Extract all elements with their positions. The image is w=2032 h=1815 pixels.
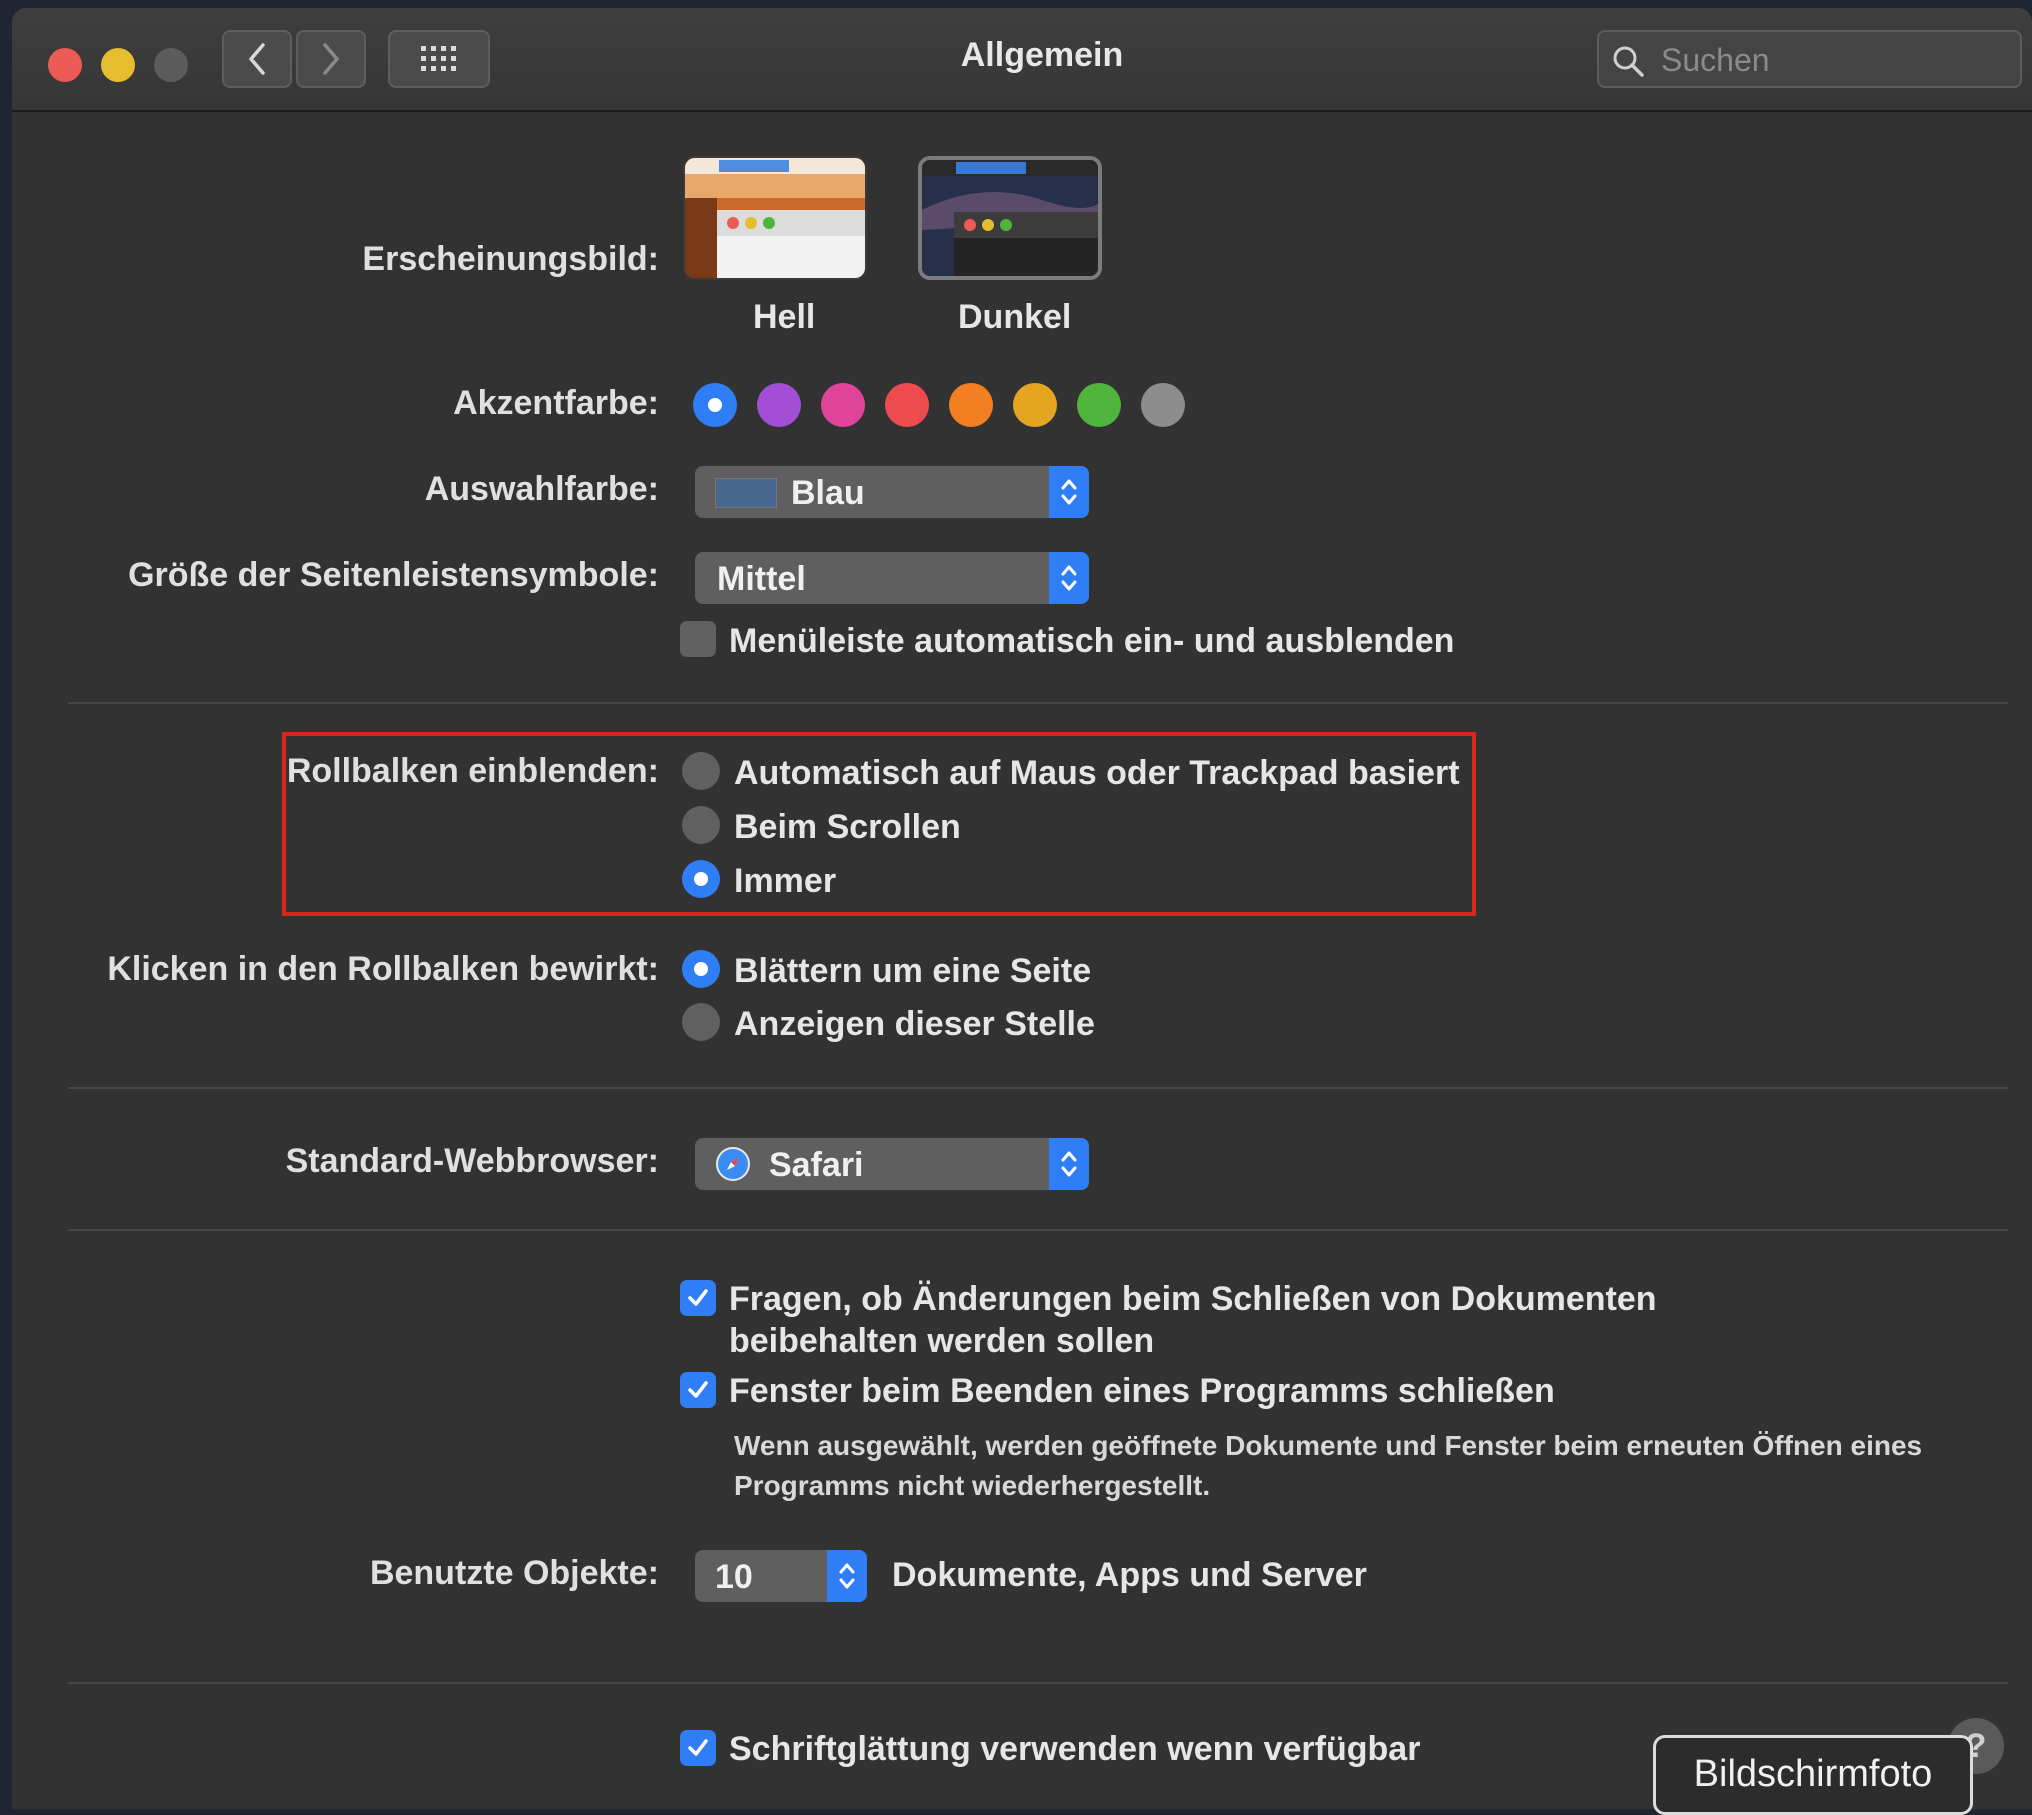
chevron-left-icon [249, 43, 265, 75]
close-windows-note: Wenn ausgewählt, werden geöffnete Dokume… [734, 1426, 2014, 1506]
default-browser-value: Safari [769, 1146, 864, 1184]
ask-keep-changes-checkbox[interactable] [680, 1280, 716, 1316]
ask-keep-changes-label-line2: beibehalten werden sollen [729, 1322, 1155, 1360]
recent-items-suffix: Dokumente, Apps und Server [892, 1556, 1367, 1594]
appearance-light-thumbnail[interactable] [683, 156, 867, 280]
appearance-dark-label: Dunkel [958, 298, 1072, 336]
recent-items-label: Benutzte Objekte: [369, 1554, 659, 1592]
scrollbars-auto-radio[interactable] [682, 752, 720, 790]
separator [68, 702, 2008, 704]
popup-arrows-icon [1049, 1138, 1089, 1190]
sidebar-icon-size-label: Größe der Seitenleistensymbole: [128, 556, 659, 594]
forward-button[interactable] [296, 30, 366, 88]
font-smoothing-label: Schriftglättung verwenden wenn verfügbar [729, 1730, 1421, 1768]
scrollbars-when-scrolling-label: Beim Scrollen [734, 808, 961, 846]
accent-color-swatch[interactable] [693, 383, 737, 427]
window-title: Allgemein [960, 36, 1124, 74]
default-browser-label: Standard-Webbrowser: [285, 1142, 659, 1180]
separator [68, 1229, 2008, 1231]
accent-color-swatch[interactable] [1141, 383, 1185, 427]
accent-color-swatch[interactable] [949, 383, 993, 427]
click-scrollbar-label: Klicken in den Rollbalken bewirkt: [107, 950, 659, 988]
jump-to-spot-radio[interactable] [682, 1003, 720, 1041]
search-icon [1613, 46, 1644, 77]
menubar-autohide-label: Menüleiste automatisch ein- und ausblend… [729, 622, 1455, 660]
close-windows-label: Fenster beim Beenden eines Programms sch… [729, 1372, 1555, 1410]
accent-color-swatch[interactable] [757, 383, 801, 427]
preferences-window: Allgemein Erscheinungsbild: [12, 8, 2032, 1809]
back-button[interactable] [222, 30, 292, 88]
menubar-autohide-checkbox[interactable] [680, 621, 716, 657]
appearance-light-label: Hell [753, 298, 816, 336]
highlight-color-label: Auswahlfarbe: [424, 470, 659, 508]
sidebar-icon-size-popup[interactable]: Mittel [695, 552, 1089, 604]
recent-items-value: 10 [715, 1558, 753, 1596]
dark-appearance-preview [922, 160, 1098, 276]
ask-keep-changes-label-line1: Fragen, ob Änderungen beim Schließen von… [729, 1280, 1657, 1318]
accent-color-label: Akzentfarbe: [453, 384, 659, 422]
accent-color-swatch[interactable] [821, 383, 865, 427]
highlight-color-swatch [715, 478, 777, 508]
search-input[interactable] [1659, 38, 2003, 82]
scrollbars-always-radio[interactable] [682, 860, 720, 898]
close-window-button[interactable] [48, 48, 82, 82]
scrollbars-always-label: Immer [734, 862, 837, 900]
scrollbars-when-scrolling-radio[interactable] [682, 806, 720, 844]
close-windows-checkbox[interactable] [680, 1372, 716, 1408]
default-browser-popup[interactable]: Safari [695, 1138, 1089, 1190]
search-field[interactable] [1597, 30, 2022, 88]
jump-next-page-label: Blättern um eine Seite [734, 952, 1092, 990]
separator [68, 1682, 2008, 1684]
accent-color-swatch[interactable] [1013, 383, 1057, 427]
selected-indicator [708, 398, 722, 412]
safari-compass-icon [716, 1147, 750, 1181]
minimize-window-button[interactable] [101, 48, 135, 82]
popup-arrows-icon [827, 1550, 867, 1602]
highlight-color-value: Blau [791, 474, 865, 512]
close-windows-note-line2: Programms nicht wiederhergestellt. [734, 1470, 1211, 1501]
checkmark-icon [688, 1739, 708, 1756]
checkmark-icon [688, 1289, 708, 1306]
title-bar: Allgemein [12, 8, 2032, 112]
jump-next-page-radio[interactable] [682, 950, 720, 988]
font-smoothing-checkbox[interactable] [680, 1730, 716, 1766]
accent-color-swatch[interactable] [1077, 383, 1121, 427]
scrollbars-auto-label: Automatisch auf Maus oder Trackpad basie… [734, 754, 1460, 792]
highlight-color-popup[interactable]: Blau [695, 466, 1089, 518]
appearance-label: Erscheinungsbild: [362, 240, 659, 278]
accent-color-swatch[interactable] [885, 383, 929, 427]
checkmark-icon [688, 1381, 708, 1398]
show-all-button[interactable] [388, 30, 490, 88]
grid-icon [421, 46, 456, 71]
popup-arrows-icon [1049, 552, 1089, 604]
light-appearance-preview [685, 158, 865, 278]
sidebar-icon-size-value: Mittel [717, 560, 806, 598]
recent-items-popup[interactable]: 10 [695, 1550, 867, 1602]
separator [68, 1087, 2008, 1089]
chevron-right-icon [323, 43, 339, 75]
close-windows-note-line1: Wenn ausgewählt, werden geöffnete Dokume… [734, 1430, 1923, 1461]
jump-to-spot-label: Anzeigen dieser Stelle [734, 1005, 1095, 1043]
appearance-dark-thumbnail[interactable] [918, 156, 1102, 280]
show-scrollbars-label: Rollbalken einblenden: [286, 752, 659, 790]
zoom-window-button[interactable] [154, 48, 188, 82]
screenshot-button[interactable]: Bildschirmfoto [1653, 1735, 1973, 1815]
popup-arrows-icon [1049, 466, 1089, 518]
